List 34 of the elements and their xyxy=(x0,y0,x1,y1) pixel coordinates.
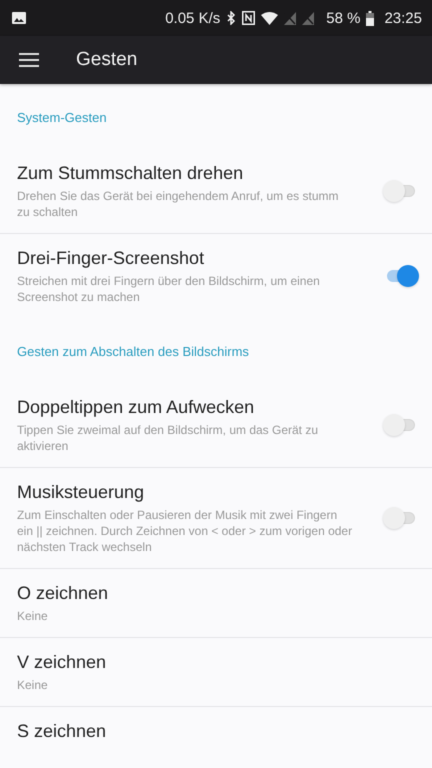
setting-summary: Tippen Sie zweimal auf den Bildschirm, um das Gerät zu aktivieren xyxy=(17,422,320,454)
image-icon xyxy=(12,12,26,24)
signal-icon xyxy=(284,12,296,24)
setting-title: Zum Stummschalten drehen xyxy=(17,162,244,185)
setting-summary: Keine xyxy=(17,677,49,693)
toolbar-title: Gesten xyxy=(76,49,138,71)
setting-summary: Zum Einschalten oder Pausieren der Musik mit zwei Fingern ein || zeichnen. Durch Zeichnen von < oder > zum vorigen oder nächsten Track wechseln xyxy=(17,507,353,555)
battery-percent: 58 % xyxy=(326,10,360,26)
bluetooth-icon xyxy=(226,11,236,25)
setting-title: Drei-Finger-Screenshot xyxy=(17,247,206,270)
settings-row[interactable]: Drei-Finger-Screenshot Streichen mit drei Fingern über den Bildschirm, um einen Screenshot zu machen xyxy=(0,234,432,318)
settings-row[interactable]: V zeichnen Keine xyxy=(0,638,432,707)
nfc-icon xyxy=(242,11,256,25)
settings-row[interactable]: Zum Stummschalten drehen Drehen Sie das Gerät bei eingehendem Anruf, um es stumm zu schalten xyxy=(0,149,432,234)
setting-summary: Streichen mit drei Fingern über den Bildschirm, um einen Screenshot zu machen xyxy=(17,273,321,305)
setting-summary: Keine xyxy=(17,608,49,624)
battery-icon xyxy=(366,10,374,26)
settings-row[interactable]: O zeichnen Keine xyxy=(0,569,432,638)
setting-title: Musiksteuerung xyxy=(17,481,146,504)
menu-icon[interactable] xyxy=(19,52,39,68)
clock: 23:25 xyxy=(384,10,422,26)
network-speed: 0.05 K/s xyxy=(165,10,220,26)
wifi-icon xyxy=(261,12,278,24)
setting-title: Doppeltippen zum Aufwecken xyxy=(17,396,256,419)
setting-summary: Drehen Sie das Gerät bei eingehendem Anruf, um es stumm zu schalten xyxy=(17,188,340,220)
settings-row[interactable]: Doppeltippen zum Aufwecken Tippen Sie zweimal auf den Bildschirm, um das Gerät zu aktivieren xyxy=(0,383,432,468)
section-header: Gesten zum Abschalten des Bildschirms xyxy=(16,343,250,361)
signal-icon xyxy=(302,12,314,24)
settings-row[interactable]: Musiksteuerung Zum Einschalten oder Pausieren der Musik mit zwei Fingern ein || zeichnen. Durch Zeichnen von < oder > zum vorigen oder nächsten Track wechseln xyxy=(0,468,432,569)
setting-title: S zeichnen xyxy=(17,720,108,743)
settings-row[interactable]: S zeichnen xyxy=(0,707,432,756)
section-header: System-Gesten xyxy=(16,109,108,127)
setting-title: O zeichnen xyxy=(17,582,110,605)
setting-title: V zeichnen xyxy=(17,651,108,674)
